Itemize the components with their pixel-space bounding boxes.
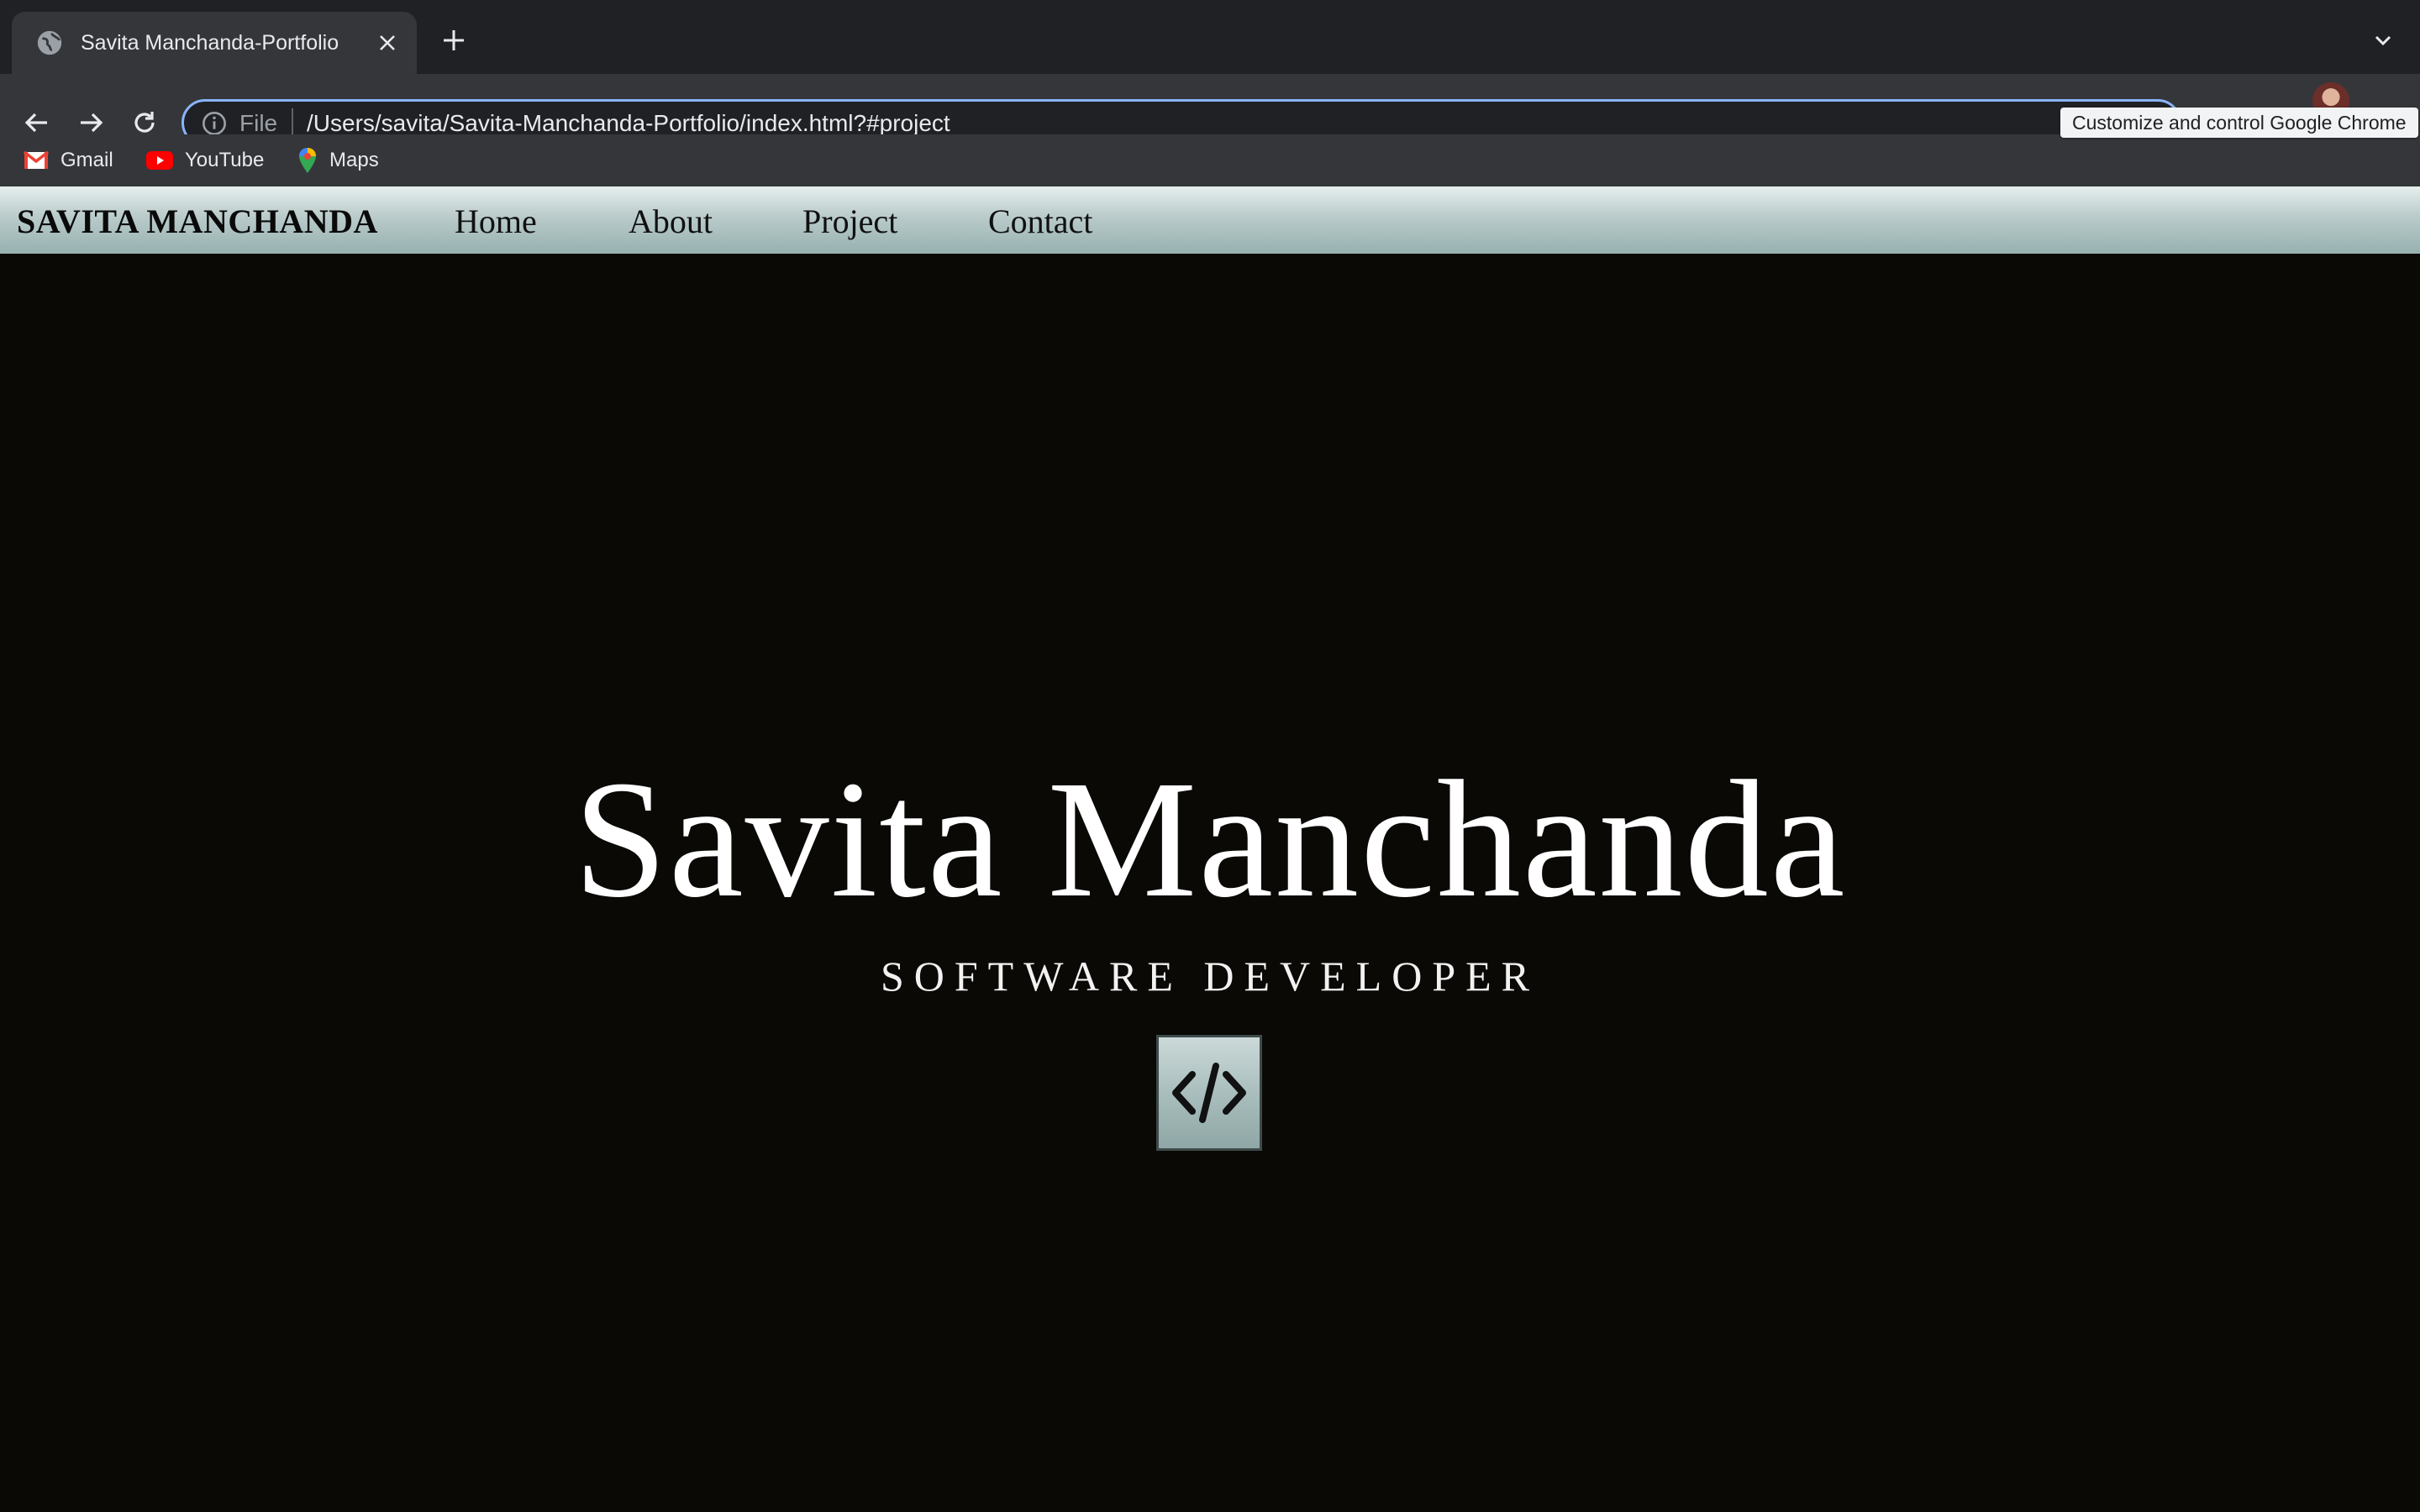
nav-link-project[interactable]: Project: [802, 202, 897, 241]
gmail-icon: [24, 150, 49, 169]
close-tab-icon[interactable]: [373, 29, 402, 57]
bookmark-label: Gmail: [60, 149, 113, 171]
site-brand[interactable]: SAVITA MANCHANDA: [17, 202, 378, 241]
nav-link-home[interactable]: Home: [455, 202, 537, 241]
nav-link-contact[interactable]: Contact: [988, 202, 1092, 241]
hero-name: Savita Manchanda: [573, 747, 1847, 932]
new-tab-icon[interactable]: [437, 24, 471, 57]
globe-icon: [37, 30, 62, 55]
code-icon: [1172, 1063, 1246, 1123]
browser-tab[interactable]: Savita Manchanda-Portfolio: [12, 12, 417, 74]
url-text[interactable]: /Users/savita/Savita-Manchanda-Portfolio…: [307, 110, 950, 137]
tab-search-chevron-icon[interactable]: [2368, 25, 2398, 55]
youtube-icon: [146, 151, 173, 170]
bookmark-label: Maps: [329, 149, 379, 171]
maps-icon: [299, 148, 316, 173]
bookmark-gmail[interactable]: Gmail: [24, 144, 113, 176]
hero-subtitle: SOFTWARE DEVELOPER: [880, 953, 1540, 1000]
url-scheme-label: File: [239, 110, 278, 136]
nav-link-about[interactable]: About: [629, 202, 713, 241]
bookmark-maps[interactable]: Maps: [297, 144, 379, 176]
tab-strip: Savita Manchanda-Portfolio: [0, 0, 2420, 74]
menu-tooltip: Customize and control Google Chrome: [2060, 108, 2418, 138]
bookmark-youtube[interactable]: YouTube: [146, 144, 264, 176]
info-icon[interactable]: [201, 110, 228, 137]
bookmark-label: YouTube: [185, 149, 265, 171]
bookmarks-bar: Gmail YouTube Maps: [0, 134, 2420, 186]
code-button[interactable]: [1156, 1035, 1262, 1151]
tab-title: Savita Manchanda-Portfolio: [81, 30, 339, 55]
site-navbar: SAVITA MANCHANDA Home About Project Cont…: [0, 186, 2420, 254]
